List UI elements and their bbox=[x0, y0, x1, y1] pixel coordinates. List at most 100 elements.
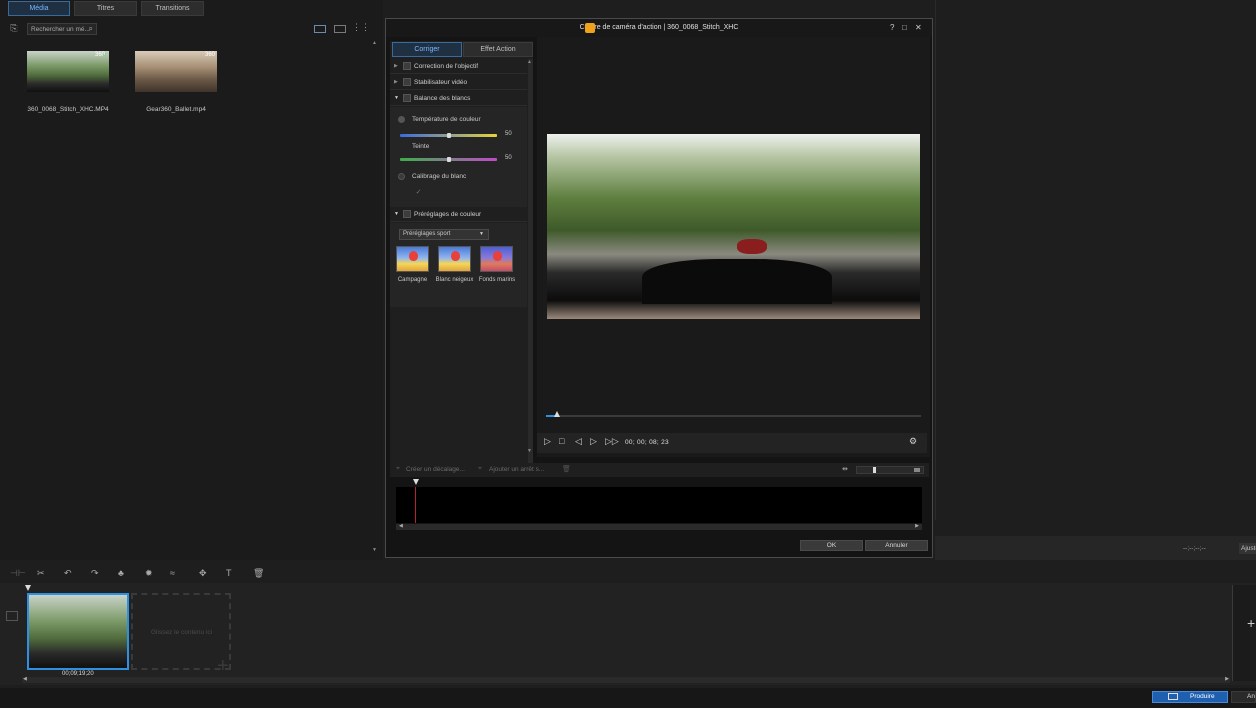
view-medium-icon[interactable] bbox=[334, 25, 346, 33]
add-track-panel[interactable]: + bbox=[1232, 585, 1256, 681]
track-icon[interactable] bbox=[6, 611, 18, 621]
timecode-display: 00; 00; 08; 23 bbox=[625, 439, 669, 446]
tab-transitions[interactable]: Transitions bbox=[141, 1, 204, 16]
preset-seabed[interactable] bbox=[480, 246, 513, 272]
create-offset-button[interactable]: Créer un décalage... bbox=[406, 466, 465, 473]
section-color-presets[interactable]: ▼ Préréglages de couleur bbox=[390, 207, 527, 222]
produce-button[interactable]: Produire bbox=[1152, 691, 1228, 703]
ok-button[interactable]: OK bbox=[800, 540, 863, 551]
split-icon[interactable]: ✂ bbox=[37, 568, 45, 579]
scroll-up-icon[interactable]: ▲ bbox=[372, 40, 377, 46]
tab-titles[interactable]: Titres bbox=[74, 1, 137, 16]
scroll-right-icon[interactable]: ▶ bbox=[1225, 676, 1229, 682]
tab-action-effect[interactable]: Effet Action bbox=[463, 42, 533, 57]
color-presets-checkbox[interactable] bbox=[403, 210, 411, 218]
title-icon[interactable]: T bbox=[226, 568, 232, 578]
stabilizer-checkbox[interactable] bbox=[403, 78, 411, 86]
track-manager-icon[interactable]: ⊣⊢ bbox=[10, 568, 26, 579]
zoom-slider[interactable] bbox=[856, 466, 924, 474]
fit-timeline-icon[interactable]: ⇹ bbox=[842, 465, 848, 473]
tab-correct[interactable]: Corriger bbox=[392, 42, 462, 57]
zoom-slider-handle[interactable] bbox=[873, 467, 876, 473]
trash-icon[interactable]: 🗑 bbox=[253, 568, 264, 579]
balloon-icon bbox=[493, 251, 502, 261]
view-grid-icon[interactable]: ⋮⋮ bbox=[352, 22, 370, 33]
lens-checkbox[interactable] bbox=[403, 62, 411, 70]
fix-enhance-icon[interactable]: ♣ bbox=[118, 568, 124, 578]
eyedropper-icon[interactable]: ✓ bbox=[413, 188, 424, 197]
white-calibration-radio[interactable] bbox=[398, 173, 405, 180]
scroll-down-icon[interactable]: ▼ bbox=[372, 547, 377, 553]
create-offset-icon[interactable]: ⌖ bbox=[396, 465, 400, 473]
settings-scrollbar[interactable] bbox=[528, 59, 533, 475]
scroll-left-icon[interactable]: ◀ bbox=[23, 676, 27, 682]
scroll-down-icon[interactable]: ▼ bbox=[527, 448, 532, 454]
maximize-icon[interactable]: □ bbox=[902, 19, 907, 37]
scroll-left-icon[interactable]: ◀ bbox=[399, 523, 403, 529]
media-item-name: 360_0068_Stitch_XHC.MP4 bbox=[27, 106, 109, 113]
timeline-playhead-icon[interactable] bbox=[25, 585, 31, 591]
settings-gear-icon[interactable]: ⚙ bbox=[909, 436, 917, 447]
seek-handle[interactable] bbox=[554, 411, 561, 417]
timeline-scrollbar[interactable]: ◀ ▶ bbox=[22, 676, 1230, 683]
adjust-button[interactable]: Ajuste bbox=[1239, 543, 1256, 554]
motion-icon[interactable]: ≈ bbox=[170, 568, 175, 578]
white-balance-checkbox[interactable] bbox=[403, 94, 411, 102]
add-stop-icon[interactable]: ⌖ bbox=[478, 465, 482, 473]
search-icon[interactable]: ⌕ bbox=[89, 24, 93, 34]
expand-arrow-icon: ▶ bbox=[394, 79, 398, 85]
timeline-clip[interactable] bbox=[27, 593, 129, 670]
search-input[interactable]: Rechercher un mé... bbox=[31, 26, 90, 33]
view-large-icon[interactable] bbox=[314, 25, 326, 33]
preset-countryside[interactable] bbox=[396, 246, 429, 272]
zoom-max-icon[interactable] bbox=[914, 468, 920, 472]
play-icon[interactable]: ▷ bbox=[544, 436, 551, 447]
preset-dropdown[interactable]: Préréglages sport ▼ bbox=[399, 229, 489, 240]
collapse-arrow-icon: ▼ bbox=[394, 211, 399, 217]
scroll-right-icon[interactable]: ▶ bbox=[915, 523, 919, 529]
search-field[interactable]: Rechercher un mé... ⌕ bbox=[27, 23, 97, 35]
drop-zone[interactable]: Glissez le contenu ici + bbox=[131, 593, 231, 677]
effects-icon[interactable]: ✹ bbox=[145, 568, 153, 579]
cancel-button[interactable]: Annuler bbox=[865, 540, 928, 551]
preset-snow-white[interactable] bbox=[438, 246, 471, 272]
fast-forward-icon[interactable]: ▷▷ bbox=[605, 436, 619, 447]
media-thumbnail-1[interactable]: 360 ✓ bbox=[27, 51, 109, 92]
temperature-slider-handle[interactable] bbox=[446, 133, 451, 138]
action-camera-icon[interactable]: ✥ bbox=[199, 568, 207, 579]
delete-icon[interactable]: 🗑 bbox=[562, 465, 571, 473]
preview-controls: --;--;--;-- Ajuste bbox=[935, 536, 1256, 560]
tint-label: Teinte bbox=[412, 143, 430, 150]
keyframe-track[interactable] bbox=[396, 479, 922, 523]
section-label: Balance des blancs bbox=[414, 95, 471, 102]
media-thumbnail-2[interactable]: 360 bbox=[135, 51, 217, 92]
temperature-radio[interactable] bbox=[398, 116, 405, 123]
produce-icon bbox=[1168, 693, 1178, 700]
track-playhead-icon[interactable] bbox=[413, 479, 419, 485]
import-media-icon[interactable]: ⎘ bbox=[8, 23, 20, 34]
seek-bar[interactable] bbox=[546, 411, 921, 417]
section-stabilizer[interactable]: ▶ Stabilisateur vidéo bbox=[390, 75, 527, 90]
rotate-left-icon[interactable]: ↶ bbox=[64, 568, 72, 579]
scroll-up-icon[interactable]: ▲ bbox=[527, 59, 532, 65]
help-icon[interactable]: ? bbox=[890, 19, 894, 37]
rotate-right-icon[interactable]: ↷ bbox=[91, 568, 99, 579]
add-track-icon[interactable]: + bbox=[1247, 615, 1255, 631]
previous-frame-icon[interactable]: ◁ bbox=[575, 436, 582, 447]
section-lens[interactable]: ▶ Correction de l'objectif bbox=[390, 59, 527, 74]
stop-icon[interactable]: □ bbox=[559, 436, 564, 446]
tab-media[interactable]: Média bbox=[8, 1, 70, 16]
other-button[interactable]: An bbox=[1231, 691, 1256, 703]
next-frame-icon[interactable]: ▷ bbox=[590, 436, 597, 447]
tint-slider-handle[interactable] bbox=[446, 157, 451, 162]
temperature-label: Température de couleur bbox=[412, 116, 481, 123]
keyframe-toolbar: ⌖ Créer un décalage... ⌖ Ajouter un arrê… bbox=[390, 463, 929, 477]
section-white-balance[interactable]: ▼ Balance des blancs bbox=[390, 91, 527, 106]
player-controls: ▷ □ ◁ ▷ ▷▷ 00; 00; 08; 23 ⚙ bbox=[537, 433, 927, 453]
track-scrollbar[interactable]: ◀ ▶ bbox=[396, 523, 922, 530]
video-preview bbox=[547, 134, 920, 319]
timeline-toolbar: ⊣⊢ ✂ ↶ ↷ ♣ ✹ ≈ ✥ T 🗑 bbox=[0, 566, 1256, 583]
close-icon[interactable]: ✕ bbox=[915, 19, 922, 37]
add-stop-button[interactable]: Ajouter un arrêt s... bbox=[489, 466, 544, 473]
tint-value: 50 bbox=[505, 155, 512, 161]
